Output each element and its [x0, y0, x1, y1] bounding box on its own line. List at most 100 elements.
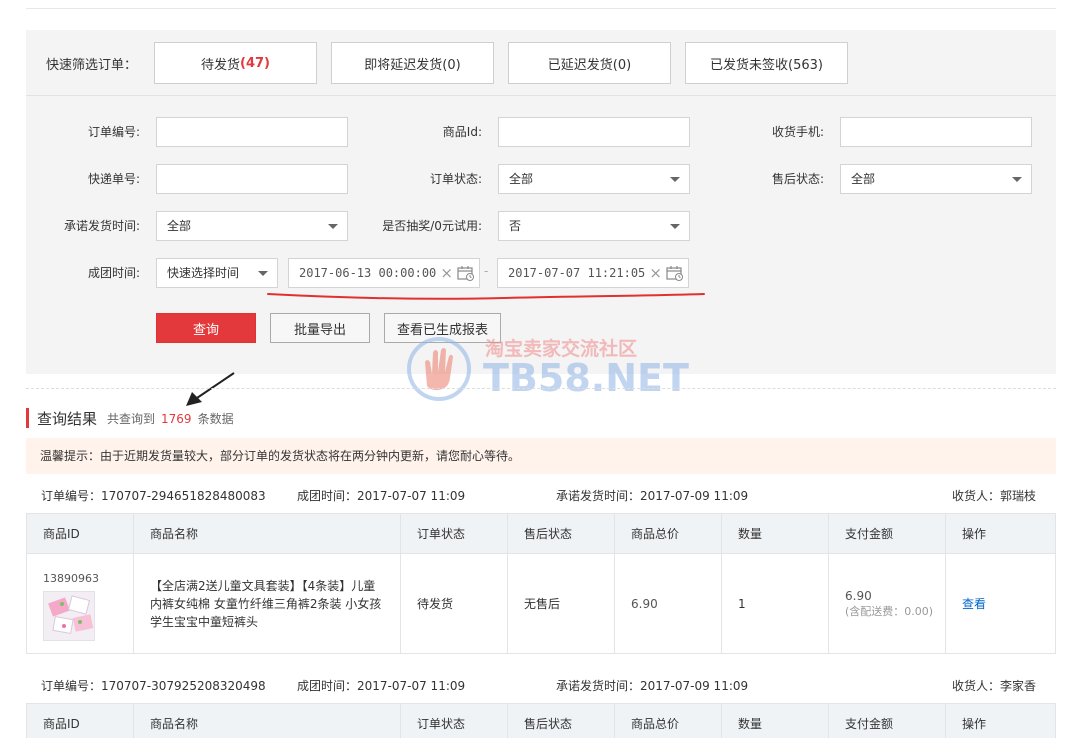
col-product-name: 商品名称	[133, 513, 401, 554]
clear-icon[interactable]: ×	[440, 259, 453, 287]
action-cell: 查看	[945, 553, 1056, 654]
after-sale-select[interactable]: 全部	[840, 164, 1032, 194]
order-receiver: 收货人：李家香	[951, 679, 1036, 693]
lottery-value: 否	[509, 219, 522, 233]
order-header: 订单编号：170707-307925208320498 成团时间：2017-07…	[26, 666, 1056, 702]
result-count: 1769	[161, 411, 192, 426]
col-action: 操作	[945, 703, 1056, 738]
tracking-label: 快递单号:	[87, 172, 140, 186]
order-group-time: 成团时间：2017-07-07 11:09	[297, 489, 466, 503]
order-status-label: 订单状态:	[429, 172, 482, 186]
table-header-row: 商品ID 商品名称 订单状态 售后状态 商品总价 数量 支付金额 操作	[26, 703, 1056, 738]
quick-filter-row: 快速筛选订单： 待发货 (47) 即将延迟发货(0) 已延迟发货(0) 已发货未签…	[26, 30, 1056, 96]
reports-button[interactable]: 查看已生成报表	[384, 313, 501, 343]
arrow-annotation	[186, 372, 235, 406]
group-time-quick-value: 快速选择时间	[167, 266, 240, 280]
order-status-select[interactable]: 全部	[498, 164, 690, 194]
table-row: 13890963 【全店满2送儿童文具套装】【4条装】儿童内裤女纯棉 女童竹纤维…	[26, 553, 1056, 654]
col-product-id: 商品ID	[26, 703, 134, 738]
result-summary: 共查询到 1769 条数据	[107, 410, 234, 427]
date-end-value: 2017-07-07 11:21:05	[508, 266, 646, 280]
product-name-cell: 【全店满2送儿童文具套装】【4条装】儿童内裤女纯棉 女童竹纤维三角裤2条装 小女…	[133, 553, 401, 654]
chevron-down-icon	[258, 271, 268, 276]
export-button[interactable]: 批量导出	[270, 313, 370, 343]
lottery-label: 是否抽奖/0元试用:	[382, 219, 482, 233]
col-order-status: 订单状态	[400, 513, 508, 554]
product-id-input[interactable]	[498, 117, 690, 147]
order-promise-time: 承诺发货时间：2017-07-09 11:09	[556, 679, 749, 693]
col-total: 商品总价	[614, 513, 722, 554]
order-status-cell: 待发货	[400, 553, 508, 654]
col-product-id: 商品ID	[26, 513, 134, 554]
order-header: 订单编号：170707-294651828480083 成团时间：2017-07…	[26, 476, 1056, 512]
chevron-down-icon	[1012, 177, 1022, 182]
result-title: 查询结果	[37, 409, 98, 428]
group-time-label: 成团时间:	[87, 266, 140, 280]
order-receiver: 收货人：郭瑞枝	[951, 489, 1036, 503]
chevron-down-icon	[670, 224, 680, 229]
quick-filter-pending[interactable]: 待发货 (47)	[154, 42, 317, 84]
query-button[interactable]: 查询	[156, 313, 256, 343]
shipping-fee: (含配送费：0.00)	[845, 604, 934, 618]
result-suffix: 条数据	[197, 411, 234, 426]
product-id-label: 商品Id:	[442, 125, 482, 139]
order-number: 订单编号：170707-294651828480083	[41, 489, 266, 503]
col-paid: 支付金额	[828, 513, 946, 554]
date-start-input[interactable]: 2017-06-13 00:00:00 ×	[288, 258, 480, 288]
promise-time-label: 承诺发货时间:	[63, 219, 140, 233]
notice-banner: 温馨提示：由于近期发货量较大，部分订单的发货状态将在两分钟内更新，请您耐心等待。	[26, 438, 1056, 474]
quick-filter-label: 快速筛选订单：	[46, 58, 138, 73]
total-cell: 6.90	[614, 553, 722, 654]
order-status-value: 全部	[509, 172, 534, 186]
after-sale-label: 售后状态:	[771, 172, 824, 186]
calendar-icon[interactable]	[457, 265, 475, 281]
order-no-input[interactable]	[156, 117, 348, 147]
quick-filter-pending-label: 待发货	[201, 57, 241, 73]
result-prefix: 共查询到	[107, 411, 156, 426]
product-thumbnail[interactable]	[43, 591, 95, 641]
table-header-row: 商品ID 商品名称 订单状态 售后状态 商品总价 数量 支付金额 操作	[26, 513, 1056, 554]
product-id-cell: 13890963	[26, 553, 134, 654]
chevron-down-icon	[670, 177, 680, 182]
promise-time-value: 全部	[167, 219, 192, 233]
clear-icon[interactable]: ×	[649, 259, 662, 287]
group-time-quick-select[interactable]: 快速选择时间	[156, 258, 278, 288]
col-product-name: 商品名称	[133, 703, 401, 738]
paid-amount: 6.90	[845, 588, 872, 603]
col-qty: 数量	[721, 513, 829, 554]
date-start-value: 2017-06-13 00:00:00	[299, 266, 437, 280]
col-after-sale: 售后状态	[507, 513, 615, 554]
tracking-input[interactable]	[156, 164, 348, 194]
lottery-select[interactable]: 否	[498, 211, 690, 241]
order-number: 订单编号：170707-307925208320498	[41, 679, 266, 693]
filter-panel: 快速筛选订单： 待发货 (47) 即将延迟发货(0) 已延迟发货(0) 已发货未签…	[26, 30, 1056, 374]
quick-filter-shipped-unsigned[interactable]: 已发货未签收(563)	[685, 42, 848, 84]
quick-filter-soon-delayed[interactable]: 即将延迟发货(0)	[331, 42, 494, 84]
col-total: 商品总价	[614, 703, 722, 738]
chevron-down-icon	[328, 224, 338, 229]
col-qty: 数量	[721, 703, 829, 738]
quick-filter-pending-count: (47)	[240, 55, 270, 71]
order-promise-time: 承诺发货时间：2017-07-09 11:09	[556, 489, 749, 503]
section-divider	[26, 388, 1056, 389]
date-end-input[interactable]: 2017-07-07 11:21:05 ×	[497, 258, 689, 288]
top-divider	[26, 8, 1056, 9]
date-separator: -	[484, 264, 489, 278]
promise-time-select[interactable]: 全部	[156, 211, 348, 241]
view-link[interactable]: 查看	[962, 597, 986, 611]
after-sale-value: 全部	[851, 172, 876, 186]
result-header: 查询结果 共查询到 1769 条数据	[26, 408, 234, 428]
phone-label: 收货手机:	[771, 125, 824, 139]
product-id: 13890963	[43, 572, 99, 585]
after-sale-cell: 无售后	[507, 553, 615, 654]
phone-input[interactable]	[840, 117, 1032, 147]
red-underline-annotation	[267, 293, 705, 300]
col-after-sale: 售后状态	[507, 703, 615, 738]
order-table: 商品ID 商品名称 订单状态 售后状态 商品总价 数量 支付金额 操作	[26, 703, 1056, 738]
quick-filter-delayed[interactable]: 已延迟发货(0)	[508, 42, 671, 84]
order-no-label: 订单编号:	[87, 125, 140, 139]
product-image	[48, 595, 94, 635]
calendar-icon[interactable]	[666, 265, 684, 281]
orders-page: 快速筛选订单： 待发货 (47) 即将延迟发货(0) 已延迟发货(0) 已发货未签…	[0, 0, 1068, 738]
order-table: 商品ID 商品名称 订单状态 售后状态 商品总价 数量 支付金额 操作 1389…	[26, 513, 1056, 654]
